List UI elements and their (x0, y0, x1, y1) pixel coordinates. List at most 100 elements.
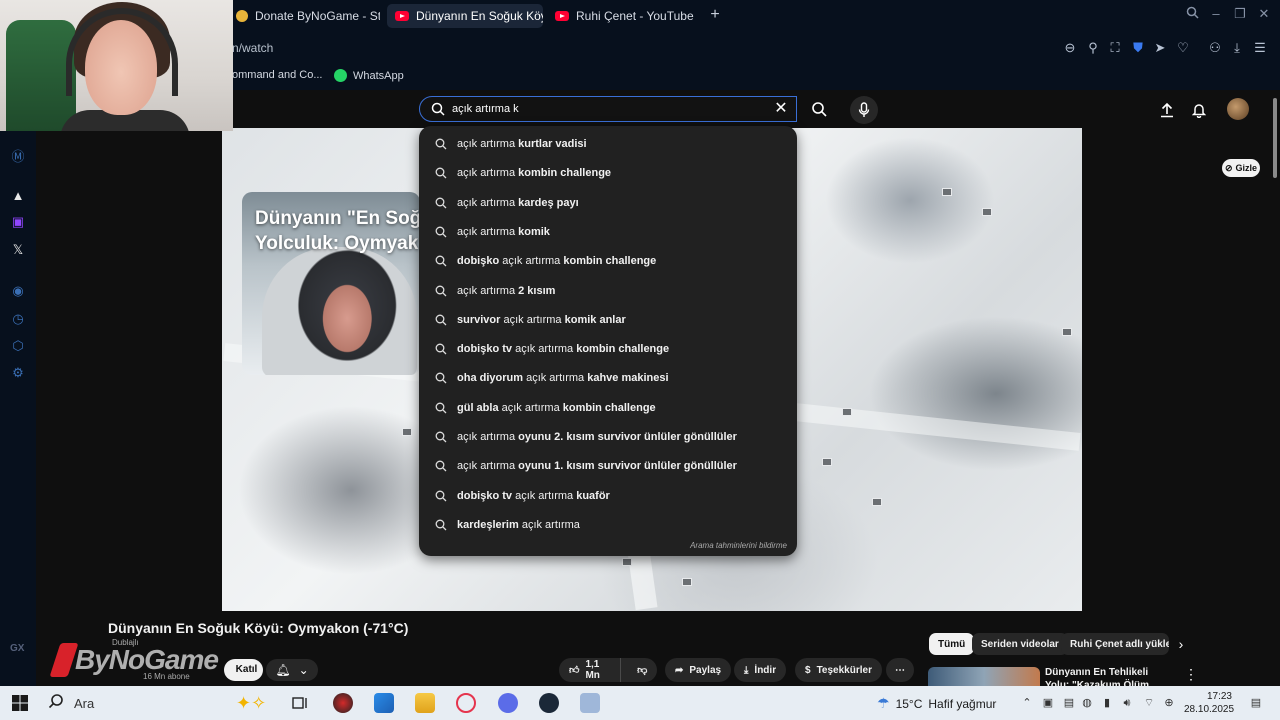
taskbar-search-icon[interactable] (48, 693, 68, 713)
upload-icon[interactable] (1157, 100, 1177, 120)
like-button[interactable]: 👍︎ 1,1 Mn (559, 658, 622, 682)
taskbar-search-field[interactable]: Ara (74, 696, 94, 711)
suggestion-completion: kahve makinesi (587, 372, 669, 385)
history-icon[interactable]: ◷ (9, 310, 27, 328)
file-explorer-icon[interactable] (415, 693, 435, 713)
app-icon-2[interactable] (580, 693, 600, 713)
tab-ruhi-cenet[interactable]: Ruhi Çenet - YouTube (547, 4, 697, 28)
search-suggestion-item[interactable]: gül abla açık artırma kombin challenge (419, 394, 797, 423)
suggestion-query-part: açık artırma (457, 284, 519, 297)
search-tabs-icon[interactable] (1182, 6, 1202, 22)
search-icon (435, 285, 447, 300)
menu-icon[interactable]: ☰ (1252, 40, 1268, 56)
subscription-bell-button[interactable]: 🔔︎ ⌄ (266, 659, 318, 681)
tray-app-icon[interactable]: ◍ (1080, 696, 1094, 710)
pin-icon[interactable]: ⚲ (1085, 40, 1101, 56)
weather-widget[interactable]: ☂ 15°C Hafif yağmur (877, 695, 996, 712)
windows-start-icon[interactable] (10, 693, 30, 713)
aria-icon[interactable]: ▲ (9, 186, 27, 204)
weather-condition: Hafif yağmur (928, 696, 997, 711)
suggestion-query-part: açık artırma (457, 138, 519, 150)
bookmark-whatsapp[interactable]: WhatsApp (334, 69, 404, 82)
restore-icon[interactable]: ❐ (1230, 6, 1250, 22)
notifications-bell-icon[interactable] (1189, 100, 1209, 120)
notifications-icon[interactable]: ▤ (1246, 696, 1266, 710)
opera-gx-icon[interactable] (456, 693, 476, 713)
avatar[interactable] (1227, 98, 1249, 120)
heart-icon[interactable]: ♡ (1175, 40, 1191, 56)
minimize-icon[interactable]: – (1206, 6, 1226, 21)
download-button[interactable]: ⤓ İndir (734, 658, 787, 682)
chip-channel-uploads[interactable]: Ruhi Çenet adlı yükle (1061, 633, 1169, 655)
more-actions-button[interactable]: ⋯ (886, 658, 914, 682)
search-suggestion-item[interactable]: oha diyorum açık artırma kahve makinesi (419, 364, 797, 393)
suggestion-text: survivor açık artırma komik anlar (457, 314, 626, 326)
chevron-up-icon[interactable]: ⌃ (1020, 696, 1034, 710)
close-window-icon[interactable]: ✕ (1254, 6, 1274, 22)
search-suggestion-item[interactable]: dobişko açık artırma kombin challenge (419, 247, 797, 276)
more-vertical-icon[interactable]: ⋮ (1184, 667, 1198, 683)
search-suggestion-item[interactable]: açık artırma komik (419, 218, 797, 247)
account-icon[interactable]: ⚇ (1207, 40, 1223, 56)
task-view-icon[interactable] (290, 693, 310, 713)
search-suggestion-item[interactable]: açık artırma 2 kısım (419, 277, 797, 306)
thumbs-down-icon: 👎︎ (637, 665, 648, 676)
search-suggestion-item[interactable]: dobişko tv açık artırma kombin challenge (419, 335, 797, 364)
tray-app-icon[interactable]: ▮ (1100, 696, 1114, 710)
new-tab-button[interactable]: + (706, 6, 724, 24)
network-icon[interactable]: ⊕ (1162, 696, 1176, 710)
messenger-icon[interactable]: Ⓜ (9, 146, 27, 164)
search-suggestion-item[interactable]: açık artırma kurtlar vadisi (419, 130, 797, 159)
join-button[interactable]: Katıl (224, 659, 263, 681)
tray-app-icon[interactable]: ▣ (1041, 696, 1055, 710)
dislike-button[interactable]: 👎︎ (627, 658, 657, 682)
recommendation-thumbnail[interactable] (928, 667, 1040, 686)
report-predictions-link[interactable]: Arama tahminlerini bildirme (690, 541, 787, 550)
x-twitter-icon[interactable]: 𝕏 (9, 241, 27, 259)
twitch-icon[interactable]: ▣ (9, 213, 27, 231)
search-suggestion-item[interactable]: survivor açık artırma komik anlar (419, 306, 797, 335)
search-input[interactable]: açık artırma k ✕ (419, 96, 797, 122)
chevron-right-icon[interactable]: › (1173, 636, 1189, 652)
settings-gear-icon[interactable]: ⚙ (9, 364, 27, 382)
store-icon[interactable] (374, 693, 394, 713)
tab-current-video[interactable]: Dünyanın En Soğuk Köyü: (387, 4, 543, 28)
zoom-icon[interactable]: ⊖ (1062, 40, 1078, 56)
suggestion-completion: oyunu 1. kısım survivor ünlüler gönüllül… (518, 460, 737, 473)
recommendation-title[interactable]: Dünyanın En Tehlikeli Yolu: "Kazakum Ölü… (1045, 666, 1171, 686)
tray-app-icon[interactable]: ▤ (1062, 696, 1076, 710)
thanks-button[interactable]: $ Teşekkürler (795, 658, 882, 682)
clear-search-icon[interactable]: ✕ (772, 100, 790, 118)
search-suggestion-item[interactable]: açık artırma kardeş payı (419, 189, 797, 218)
search-suggestion-item[interactable]: açık artırma oyunu 1. kısım survivor ünl… (419, 452, 797, 481)
url-field[interactable]: n/watch (232, 41, 273, 55)
snapshot-icon[interactable]: ⛶ (1107, 40, 1123, 56)
send-icon[interactable]: ➤ (1152, 40, 1168, 56)
steam-icon[interactable] (539, 693, 559, 713)
app-icon-1[interactable] (333, 693, 353, 713)
search-suggestion-item[interactable]: dobişko tv açık artırma kuaför (419, 482, 797, 511)
bookmark-command[interactable]: ommand and Co... (232, 69, 323, 81)
extensions-icon[interactable]: ⬡ (9, 337, 27, 355)
share-button[interactable]: ➦ Paylaş (665, 658, 732, 682)
hide-button[interactable]: ⊘ Gizle (1222, 159, 1260, 177)
taskbar-clock[interactable]: 17:23 28.10.2025 (1184, 690, 1234, 716)
search-suggestion-item[interactable]: kardeşlerim açık artırma (419, 511, 797, 540)
chip-all[interactable]: Tümü (929, 633, 975, 655)
page-scrollbar[interactable] (1270, 90, 1280, 686)
presenter-image (262, 247, 417, 375)
voice-search-button[interactable] (850, 96, 878, 124)
volume-icon[interactable]: 🔊︎ (1120, 696, 1134, 710)
download-icon[interactable]: ⤓ (1229, 40, 1245, 56)
search-button[interactable] (799, 96, 839, 122)
player-icon[interactable]: ◉ (9, 282, 27, 300)
copilot-sparkle-icon[interactable]: ✦✧ (236, 693, 272, 713)
search-suggestion-item[interactable]: açık artırma oyunu 2. kısım survivor ünl… (419, 423, 797, 452)
chip-series-videos[interactable]: Seriden videolar (972, 633, 1068, 655)
wifi-icon[interactable]: ⌔ (1142, 696, 1156, 710)
discord-icon[interactable] (498, 693, 518, 713)
search-suggestion-item[interactable]: açık artırma kombin challenge (419, 159, 797, 188)
shield-icon[interactable]: ⛊ (1130, 40, 1146, 56)
tab-donate[interactable]: Donate ByNoGame - Stre (228, 4, 380, 28)
scrollbar-thumb[interactable] (1273, 98, 1277, 178)
